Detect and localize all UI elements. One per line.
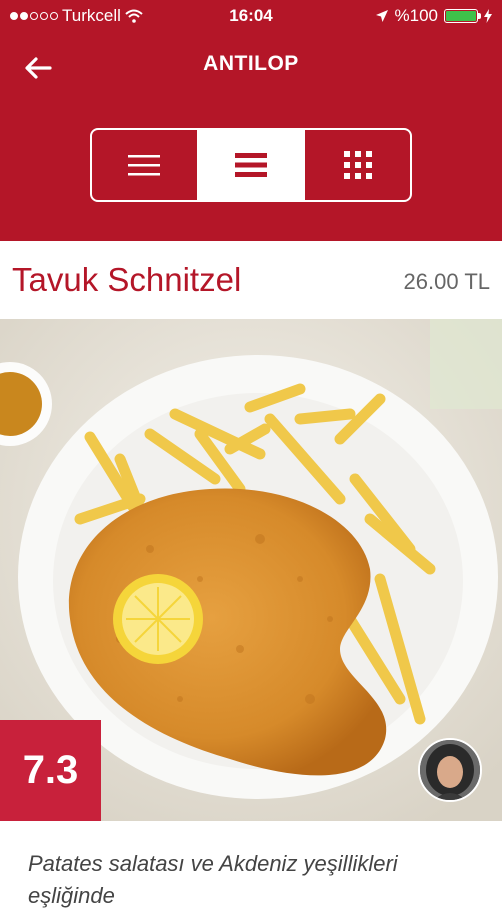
- battery-label: %100: [394, 6, 438, 25]
- dish-description: Patates salatası ve Akdeniz yeşillikleri…: [28, 851, 398, 908]
- header: Turkcell 16:04 %100 ANTILOP: [0, 0, 502, 241]
- page-title: ANTILOP: [203, 52, 299, 75]
- view-option-list-thin[interactable]: [92, 130, 197, 200]
- dish-header: Tavuk Schnitzel 26.00 TL: [0, 241, 502, 319]
- user-avatar-icon: [420, 740, 480, 800]
- grid-icon: [343, 151, 372, 179]
- dish-name: Tavuk Schnitzel: [12, 261, 242, 298]
- list-thick-icon: [235, 153, 267, 177]
- avatar[interactable]: [418, 738, 482, 802]
- dish-price: 26.00 TL: [403, 269, 490, 294]
- status-bar: Turkcell 16:04 %100: [0, 0, 502, 32]
- battery-icon: [444, 9, 481, 23]
- rating-badge: 7.3: [0, 720, 101, 821]
- nav-bar: ANTILOP: [0, 40, 502, 92]
- charging-bolt-icon: [484, 9, 492, 23]
- status-right: %100: [375, 6, 492, 26]
- view-option-list-thick[interactable]: [196, 130, 304, 200]
- location-arrow-icon: [375, 10, 388, 22]
- list-thin-icon: [128, 155, 161, 176]
- view-switcher: [90, 128, 412, 202]
- view-option-grid[interactable]: [303, 130, 410, 200]
